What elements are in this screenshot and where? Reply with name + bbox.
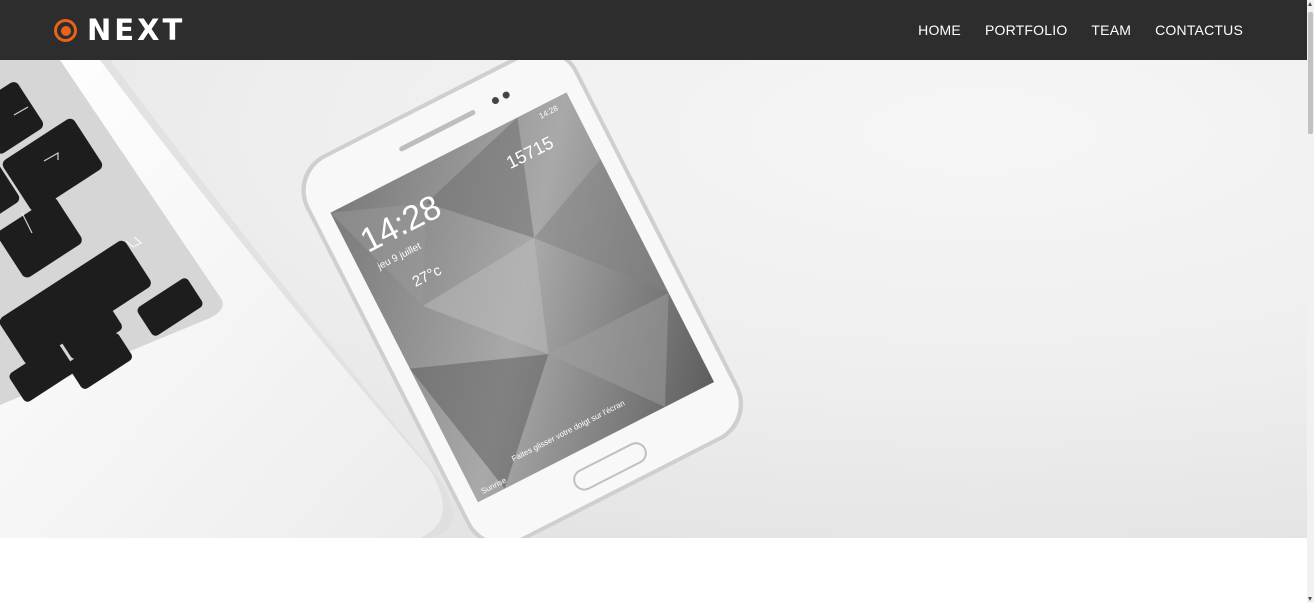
nav-link-home[interactable]: HOME [918,22,961,38]
scroll-down-arrow-icon[interactable] [1308,597,1312,601]
nav-link-team[interactable]: TEAM [1091,22,1131,38]
logo-circle-icon [54,19,77,42]
nav-link-contactus[interactable]: CONTACTUS [1155,22,1243,38]
nav-menu: HOME PORTFOLIO TEAM CONTACTUS [894,0,1243,60]
nav-link-portfolio[interactable]: PORTFOLIO [985,22,1067,38]
brand-logo[interactable]: NEXT [54,15,185,46]
navbar: NEXT HOME PORTFOLIO TEAM CONTACTUS [0,0,1307,60]
hero-image: 14:28 14:28 jeu 9 juillet 15715 27°c Fai… [0,60,1307,538]
brand-name: NEXT [87,13,186,47]
hero-banner: 14:28 14:28 jeu 9 juillet 15715 27°c Fai… [0,60,1307,538]
page-scrollbar[interactable] [1307,0,1314,603]
logo-dot [60,25,71,36]
scroll-up-arrow-icon[interactable] [1308,2,1312,6]
scroll-thumb[interactable] [1308,12,1313,134]
